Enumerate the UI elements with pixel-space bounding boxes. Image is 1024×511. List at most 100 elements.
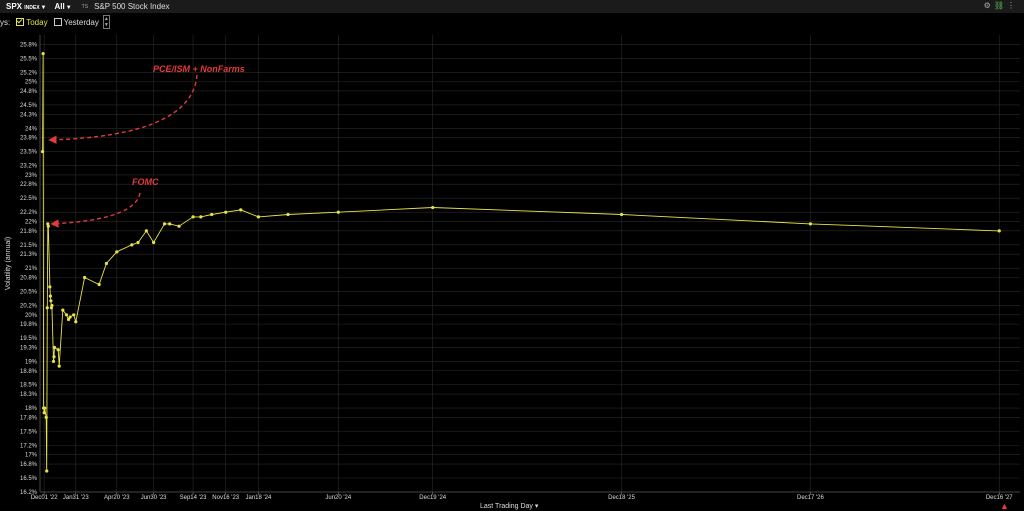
volatility-chart: 16.2%16.5%16.8%17%17.2%17.5%17.8%18%18.3… bbox=[5, 35, 1020, 501]
y-tick-label: 19.5% bbox=[20, 336, 38, 342]
data-point bbox=[48, 285, 52, 289]
x-axis-title: Last Trading Day bbox=[480, 503, 533, 510]
y-tick-label: 23.8% bbox=[20, 136, 38, 142]
y-tick-label: 21% bbox=[25, 266, 38, 272]
data-point bbox=[46, 224, 50, 228]
y-tick-label: 16.5% bbox=[20, 476, 38, 482]
data-point bbox=[256, 215, 261, 219]
data-point bbox=[49, 299, 53, 303]
y-tick-label: 24.3% bbox=[20, 112, 38, 118]
data-point bbox=[57, 364, 61, 368]
y-tick-label: 18.3% bbox=[20, 392, 38, 398]
chevron-down-icon: ▾ bbox=[534, 503, 539, 510]
y-tick-label: 21.5% bbox=[20, 243, 38, 249]
y-tick-label: 23% bbox=[25, 173, 38, 179]
y-tick-label: 24.8% bbox=[20, 89, 38, 95]
y-tick-label: 23.2% bbox=[20, 164, 38, 170]
y-tick-label: 22.2% bbox=[20, 210, 38, 216]
data-point bbox=[45, 469, 49, 473]
y-tick-label: 19.8% bbox=[20, 322, 38, 328]
data-point bbox=[64, 313, 69, 317]
data-point bbox=[52, 355, 56, 359]
y-tick-label: 20.8% bbox=[20, 275, 38, 281]
y-tick-label: 19.3% bbox=[20, 345, 38, 351]
data-point bbox=[43, 406, 47, 410]
data-point bbox=[41, 52, 45, 56]
y-tick-label: 25.2% bbox=[20, 70, 38, 76]
x-tick-label: Dec18 '25 bbox=[608, 495, 635, 501]
x-tick-label: Apr20 '23 bbox=[104, 495, 130, 501]
data-point bbox=[74, 320, 78, 324]
y-tick-label: 21.3% bbox=[20, 252, 38, 258]
data-point bbox=[224, 210, 228, 214]
y-tick-label: 25% bbox=[25, 80, 38, 86]
annotation-arrow bbox=[50, 192, 141, 228]
data-point bbox=[177, 224, 181, 228]
data-point bbox=[619, 212, 624, 217]
warning-icon[interactable]: ▲ bbox=[1000, 501, 1009, 511]
y-tick-label: 20.2% bbox=[20, 303, 38, 309]
y-tick-label: 19% bbox=[25, 359, 38, 365]
data-point bbox=[210, 212, 214, 217]
x-tick-label: Sep14 '23 bbox=[180, 495, 207, 501]
x-tick-label: Jun20 '24 bbox=[325, 495, 351, 501]
y-tick-label: 23.5% bbox=[20, 150, 38, 156]
data-point bbox=[104, 261, 109, 266]
data-point bbox=[42, 411, 46, 415]
data-point bbox=[44, 415, 48, 419]
data-point bbox=[51, 359, 56, 364]
data-point bbox=[40, 149, 45, 154]
data-point bbox=[144, 229, 148, 233]
y-tick-label: 22% bbox=[25, 220, 38, 226]
data-point bbox=[52, 345, 57, 350]
x-tick-label: Dec17 '26 bbox=[797, 495, 824, 501]
y-tick-label: 16.8% bbox=[20, 462, 38, 468]
annotation-label: FOMC bbox=[132, 177, 159, 187]
data-point bbox=[808, 222, 813, 226]
data-point bbox=[83, 275, 87, 280]
y-tick-label: 20.5% bbox=[20, 289, 38, 295]
data-point bbox=[136, 240, 140, 245]
data-point bbox=[336, 210, 340, 214]
x-axis-menu[interactable]: Last Trading Day ▾ bbox=[480, 502, 538, 510]
annotation-arrow bbox=[48, 74, 198, 144]
y-tick-label: 17% bbox=[25, 453, 38, 459]
y-tick-label: 24% bbox=[25, 126, 38, 132]
annotation-label: PCE/ISM + NonFarms bbox=[153, 64, 245, 74]
series-line bbox=[42, 53, 1000, 472]
y-tick-label: 24.5% bbox=[20, 103, 38, 109]
x-tick-label: Dec19 '24 bbox=[419, 495, 446, 501]
y-tick-label: 20% bbox=[25, 313, 38, 319]
data-point bbox=[152, 240, 156, 245]
y-tick-label: 21.8% bbox=[20, 229, 38, 235]
x-tick-label: Jun30 '23 bbox=[141, 495, 167, 501]
data-point bbox=[997, 229, 1001, 233]
x-tick-label: Nov16 '23 bbox=[212, 495, 239, 501]
y-tick-label: 25.5% bbox=[20, 56, 38, 62]
data-point bbox=[130, 243, 134, 247]
x-tick-label: Dec01 '22 bbox=[31, 495, 58, 501]
data-point bbox=[191, 215, 195, 219]
data-point bbox=[61, 308, 65, 312]
y-axis-title: Volatility (annual) bbox=[5, 237, 12, 290]
y-tick-label: 18.5% bbox=[20, 383, 38, 389]
y-tick-label: 22.5% bbox=[20, 196, 38, 202]
data-point bbox=[168, 222, 172, 226]
data-point bbox=[68, 315, 72, 319]
data-point bbox=[56, 348, 60, 352]
data-point bbox=[199, 215, 203, 219]
x-tick-label: Jan31 '23 bbox=[63, 495, 89, 501]
y-tick-label: 17.8% bbox=[20, 415, 38, 421]
y-tick-label: 17.5% bbox=[20, 429, 38, 435]
y-tick-label: 18% bbox=[25, 406, 38, 412]
data-point bbox=[286, 212, 290, 217]
data-point bbox=[115, 250, 119, 254]
data-point bbox=[431, 205, 435, 210]
data-point bbox=[72, 313, 76, 317]
y-tick-label: 22.8% bbox=[20, 182, 38, 188]
data-point bbox=[45, 306, 49, 310]
y-tick-label: 18.8% bbox=[20, 369, 38, 375]
data-point bbox=[97, 282, 101, 287]
data-point bbox=[48, 294, 52, 298]
data-point bbox=[162, 222, 167, 226]
